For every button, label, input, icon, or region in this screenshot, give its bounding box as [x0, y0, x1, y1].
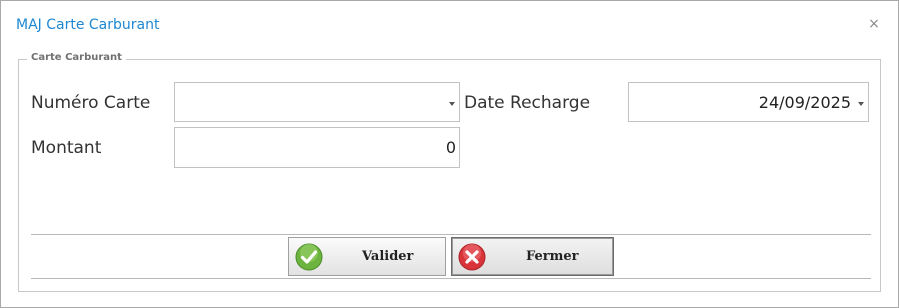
close-button[interactable]: Fermer: [451, 237, 614, 276]
card-number-label: Numéro Carte: [31, 93, 151, 113]
validate-button[interactable]: Valider: [288, 237, 446, 276]
amount-value: 0: [445, 138, 456, 157]
amount-label: Montant: [31, 138, 102, 158]
group-legend: Carte Carburant: [27, 52, 126, 63]
recharge-date-label: Date Recharge: [464, 93, 591, 113]
divider-bottom: [31, 278, 871, 279]
close-icon[interactable]: ×: [867, 16, 881, 32]
dialog-title: MAJ Carte Carburant: [16, 17, 160, 33]
chevron-down-icon[interactable]: [858, 102, 864, 106]
amount-input[interactable]: 0: [174, 127, 460, 168]
divider-top: [31, 234, 871, 235]
card-number-select[interactable]: [174, 82, 460, 122]
cancel-icon: [458, 243, 486, 271]
validate-button-label: Valider: [362, 249, 414, 264]
check-icon: [295, 243, 323, 271]
chevron-down-icon[interactable]: [449, 102, 455, 106]
recharge-date-picker[interactable]: 24/09/2025: [628, 82, 869, 122]
close-button-label: Fermer: [526, 249, 579, 264]
recharge-date-value: 24/09/2025: [758, 93, 851, 112]
dialog-window: MAJ Carte Carburant × Carte Carburant Nu…: [0, 0, 899, 308]
